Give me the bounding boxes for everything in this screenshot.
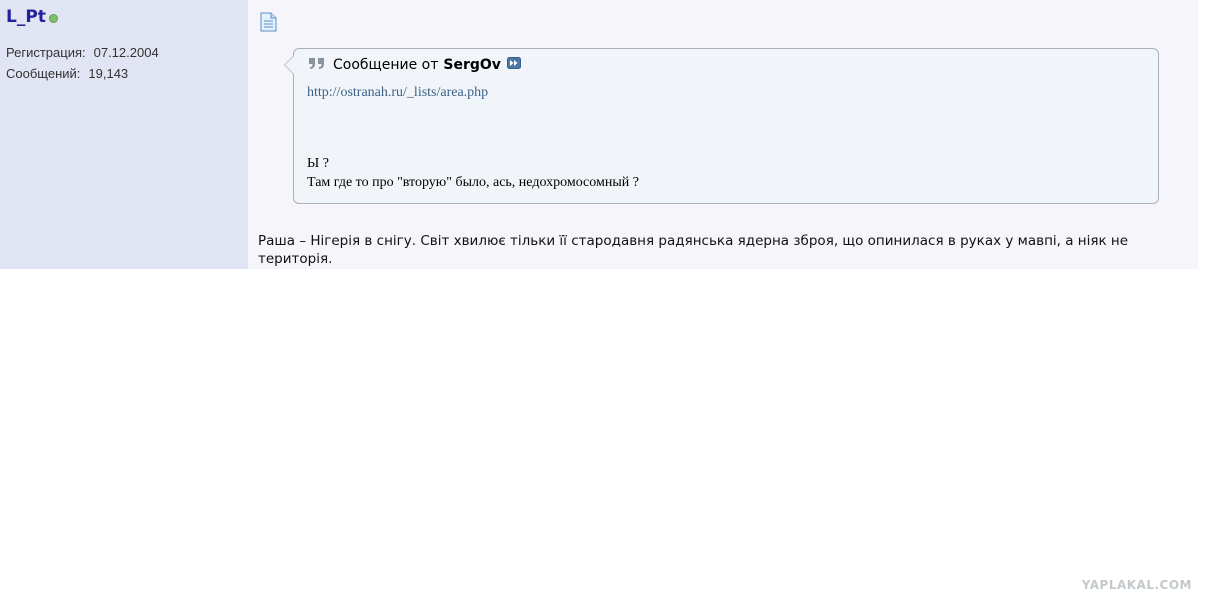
post-content: Сообщение от SergOv http://ostranah.ru/_…	[248, 0, 1198, 269]
watermark: YAPLAKAL.COM	[1081, 578, 1192, 592]
document-icon[interactable]	[259, 12, 278, 37]
quote-prefix: Сообщение от	[333, 57, 439, 73]
quote-spacer	[307, 102, 639, 154]
quote-pointer	[284, 55, 294, 75]
quote-icon	[308, 56, 326, 74]
posts-count: 19,143	[88, 66, 129, 81]
quote-body: http://ostranah.ru/_lists/area.php Ы ? Т…	[307, 83, 639, 192]
quote-author: SergOv	[443, 57, 501, 73]
quote-header: Сообщение от SergOv	[308, 56, 521, 74]
quote-block: Сообщение от SergOv http://ostranah.ru/_…	[284, 48, 1159, 204]
registration-label: Регистрация:	[6, 45, 86, 60]
user-stats: Регистрация: 07.12.2004 Сообщений: 19,14…	[6, 42, 248, 84]
jump-to-post-icon[interactable]	[506, 57, 521, 73]
posts-row: Сообщений: 19,143	[6, 63, 248, 84]
quote-line-1: Ы ?	[307, 156, 329, 171]
post-message: Раша – Нігерія в снігу. Світ хвилює тіль…	[258, 233, 1129, 267]
registration-date: 07.12.2004	[93, 45, 159, 60]
username-row: L_Pt	[6, 6, 248, 28]
forum-post: L_Pt Регистрация: 07.12.2004 Сообщений: …	[0, 0, 1198, 269]
posts-label: Сообщений:	[6, 66, 81, 81]
registration-row: Регистрация: 07.12.2004	[6, 42, 248, 63]
quote-link[interactable]: http://ostranah.ru/_lists/area.php	[307, 83, 639, 102]
online-status-icon	[48, 14, 58, 23]
quote-line-2: Там где то про "вторую" было, ась, недох…	[307, 175, 639, 190]
user-info-panel: L_Pt Регистрация: 07.12.2004 Сообщений: …	[0, 0, 248, 269]
username-link[interactable]: L_Pt	[6, 7, 46, 27]
